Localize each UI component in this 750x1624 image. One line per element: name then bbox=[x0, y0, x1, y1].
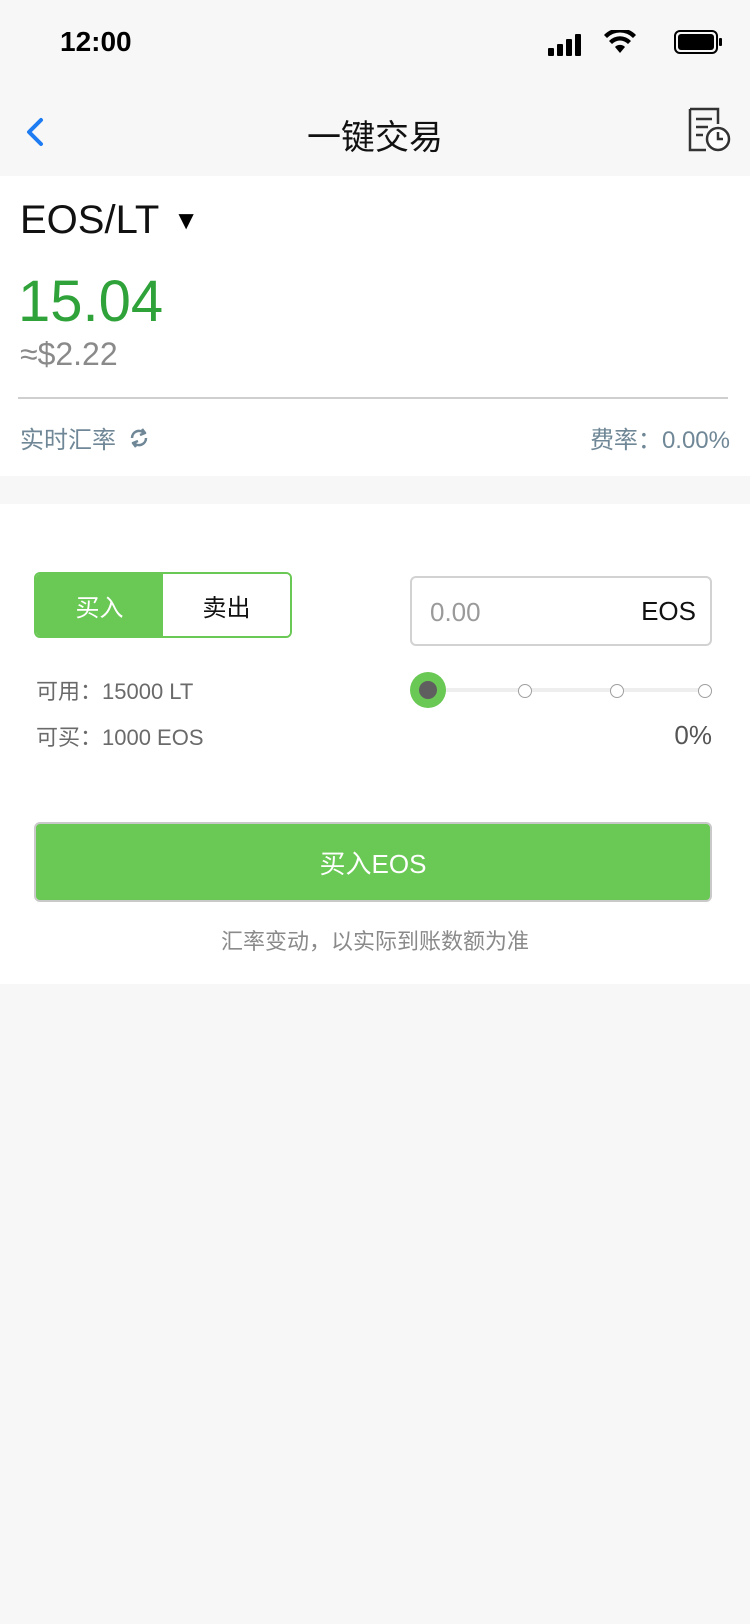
amount-slider[interactable] bbox=[410, 672, 712, 708]
rate-notice: 汇率变动，以实际到账数额为准 bbox=[220, 929, 529, 954]
signal-icon bbox=[548, 34, 581, 56]
fee-value: 0.00% bbox=[661, 427, 730, 454]
battery-icon bbox=[674, 30, 722, 54]
slider-stop-100[interactable] bbox=[698, 684, 712, 698]
fee-rate: 费率：0.00% bbox=[590, 420, 730, 455]
pair-name: EOS/LT bbox=[20, 198, 160, 242]
amount-unit: EOS bbox=[641, 596, 696, 626]
buy-sell-toggle: 买入 卖出 bbox=[34, 572, 292, 638]
divider bbox=[18, 397, 728, 399]
page-title: 一键交易 bbox=[307, 119, 443, 157]
caret-down-icon: ▼ bbox=[173, 205, 200, 235]
history-record-icon bbox=[688, 107, 731, 152]
refresh-icon[interactable] bbox=[126, 425, 152, 451]
tab-sell[interactable]: 卖出 bbox=[163, 574, 290, 636]
fee-label: 费率： bbox=[589, 427, 662, 454]
pair-selector[interactable]: EOS/LT ▼ bbox=[20, 198, 199, 243]
amount-field[interactable]: EOS bbox=[410, 576, 712, 646]
tab-buy[interactable]: 买入 bbox=[36, 574, 163, 636]
realtime-rate-label: 实时汇率 bbox=[20, 427, 116, 454]
status-bar: 12:00 bbox=[0, 0, 750, 88]
trade-panel: 买入 卖出 可用：15000 LT 可买：1000 EOS EOS 0% 买入E… bbox=[0, 504, 750, 984]
rate-row: 实时汇率 费率：0.00% bbox=[20, 420, 730, 460]
wifi-icon bbox=[604, 30, 636, 53]
slider-knob[interactable] bbox=[410, 672, 446, 708]
slider-stop-25[interactable] bbox=[518, 684, 532, 698]
slider-track[interactable] bbox=[426, 688, 704, 692]
history-button[interactable] bbox=[686, 106, 732, 154]
current-price: 15.04 bbox=[18, 269, 164, 334]
slider-stop-50[interactable] bbox=[610, 684, 624, 698]
status-time: 12:00 bbox=[60, 26, 132, 57]
status-icons bbox=[522, 30, 722, 58]
available-balance: 可用：15000 LT bbox=[36, 679, 194, 704]
slider-percent: 0% bbox=[674, 720, 712, 750]
amount-input[interactable] bbox=[428, 578, 622, 646]
buy-eos-button[interactable]: 买入EOS bbox=[34, 822, 712, 902]
pair-panel: EOS/LT ▼ 15.04 ≈$2.22 实时汇率 费率：0.00% bbox=[0, 176, 750, 476]
realtime-rate[interactable]: 实时汇率 bbox=[20, 420, 152, 455]
nav-bar: 一键交易 bbox=[0, 88, 750, 176]
buyable-amount: 可买：1000 EOS bbox=[36, 725, 204, 750]
usd-equivalent: ≈$2.22 bbox=[20, 336, 118, 372]
